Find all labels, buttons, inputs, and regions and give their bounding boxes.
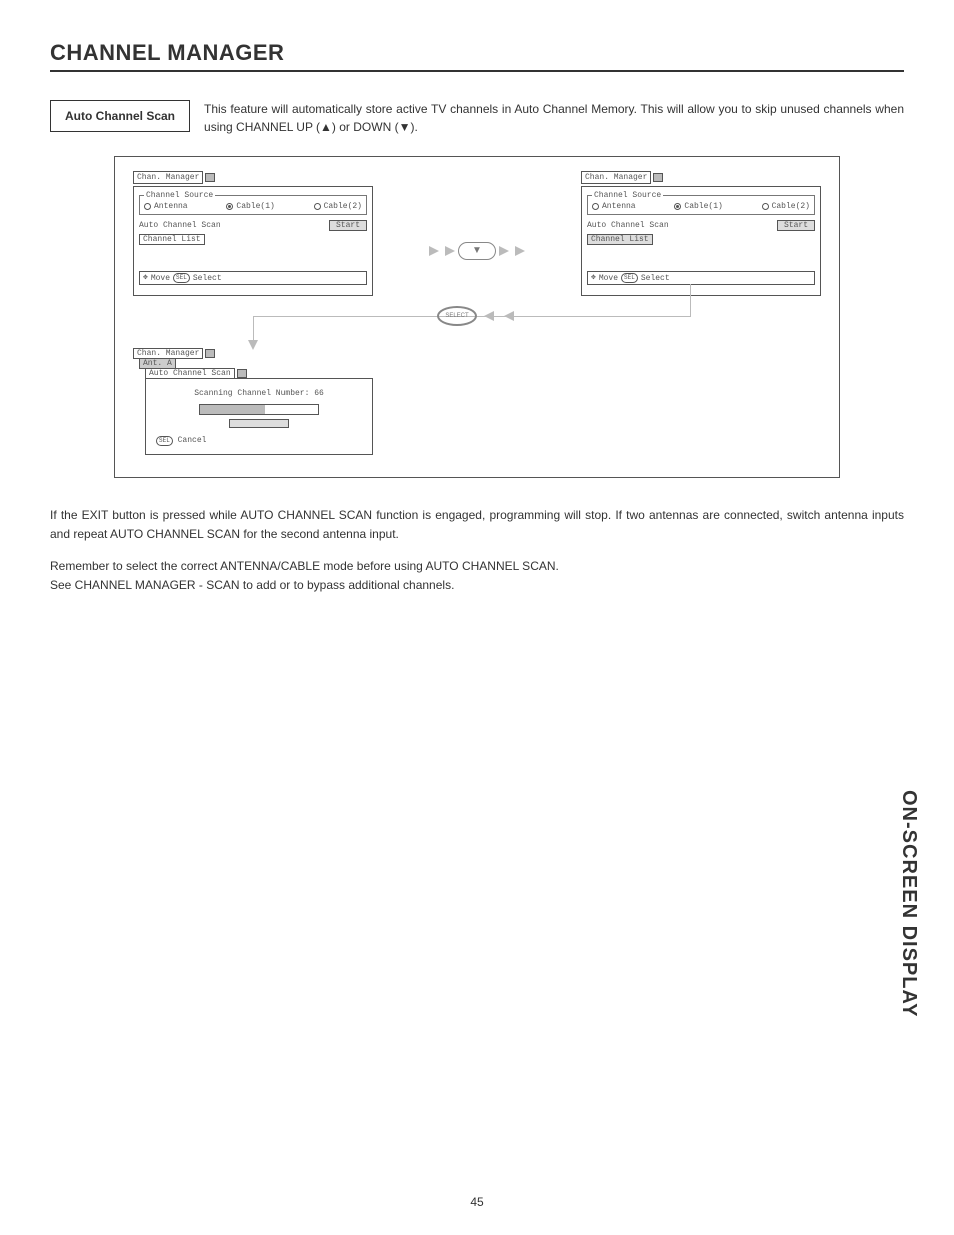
auto-scan-label: Auto Channel Scan <box>587 221 669 230</box>
hint-move: Move <box>599 274 618 283</box>
osd-title-marker <box>205 173 215 182</box>
channel-list-button[interactable]: Channel List <box>587 234 653 245</box>
sel-pill: SEL <box>156 436 173 446</box>
auto-scan-label: Auto Channel Scan <box>139 221 221 230</box>
radio-antenna[interactable]: Antenna <box>144 202 188 211</box>
hint-select: Select <box>641 274 670 283</box>
scan-progress-bar <box>199 404 319 415</box>
flow-arrow-left-icon <box>504 311 514 321</box>
body-paragraph-2: Remember to select the correct ANTENNA/C… <box>50 557 904 594</box>
radio-cable1[interactable]: Cable(1) <box>226 202 274 211</box>
radio-cable1-label: Cable(1) <box>236 202 274 211</box>
radio-cable2[interactable]: Cable(2) <box>762 202 810 211</box>
move-icon: ✥ <box>591 274 596 282</box>
scan-cancel-hint: SEL Cancel <box>156 436 362 446</box>
radio-cable2-label: Cable(2) <box>772 202 810 211</box>
body-p2b: See CHANNEL MANAGER - SCAN to add or to … <box>50 578 454 592</box>
hint-move: Move <box>151 274 170 283</box>
flow-arrow-down-icon <box>248 340 258 350</box>
page-title: CHANNEL MANAGER <box>50 40 904 72</box>
hint-bar: ✥ Move SEL Select <box>587 271 815 285</box>
move-icon: ✥ <box>143 274 148 282</box>
page-number: 45 <box>0 1195 954 1209</box>
osd-title-marker <box>653 173 663 182</box>
remote-down-key[interactable]: ▼ <box>458 242 496 260</box>
intro-text: This feature will automatically store ac… <box>204 100 904 136</box>
radio-antenna-label: Antenna <box>154 202 188 211</box>
scan-tab3: Auto Channel Scan <box>145 368 235 379</box>
hint-select: Select <box>193 274 222 283</box>
channel-list-button[interactable]: Channel List <box>139 234 205 245</box>
scan-progress-small <box>229 419 289 428</box>
radio-cable2-label: Cable(2) <box>324 202 362 211</box>
remote-select-key[interactable]: SELECT <box>437 306 477 326</box>
channel-source-legend: Channel Source <box>144 191 215 200</box>
radio-antenna-label: Antenna <box>602 202 636 211</box>
osd-left: Chan. Manager Channel Source Antenna Cab… <box>133 171 373 296</box>
body-paragraph-1: If the EXIT button is pressed while AUTO… <box>50 506 904 543</box>
start-button[interactable]: Start <box>329 220 367 231</box>
flow-connector: SELECT <box>133 294 821 344</box>
sel-pill: SEL <box>621 273 638 283</box>
channel-source-legend: Channel Source <box>592 191 663 200</box>
osd-title: Chan. Manager <box>133 171 203 184</box>
flow-arrow-left-icon <box>484 311 494 321</box>
osd-scanning: Chan. Manager Ant. A Auto Channel Scan S… <box>133 348 373 455</box>
osd-title: Chan. Manager <box>581 171 651 184</box>
side-section-label: ON-SCREEN DISPLAY <box>897 790 920 1017</box>
radio-cable2[interactable]: Cable(2) <box>314 202 362 211</box>
section-box-label: Auto Channel Scan <box>50 100 190 132</box>
radio-antenna[interactable]: Antenna <box>592 202 636 211</box>
radio-cable1-label: Cable(1) <box>684 202 722 211</box>
diagram-panel: Chan. Manager Channel Source Antenna Cab… <box>114 156 840 478</box>
sel-pill: SEL <box>173 273 190 283</box>
channel-source-group: Channel Source Antenna Cable(1) Cable(2) <box>139 191 367 215</box>
hint-bar: ✥ Move SEL Select <box>139 271 367 285</box>
start-button[interactable]: Start <box>777 220 815 231</box>
body-p2a: Remember to select the correct ANTENNA/C… <box>50 559 559 573</box>
intro-row: Auto Channel Scan This feature will auto… <box>50 100 904 136</box>
osd-right: Chan. Manager Channel Source Antenna Cab… <box>581 171 821 296</box>
scan-message: Scanning Channel Number: 66 <box>156 389 362 398</box>
cancel-label: Cancel <box>178 436 207 445</box>
radio-cable1[interactable]: Cable(1) <box>674 202 722 211</box>
channel-source-group: Channel Source Antenna Cable(1) Cable(2) <box>587 191 815 215</box>
flow-arrow-right: ▼ <box>426 242 528 260</box>
